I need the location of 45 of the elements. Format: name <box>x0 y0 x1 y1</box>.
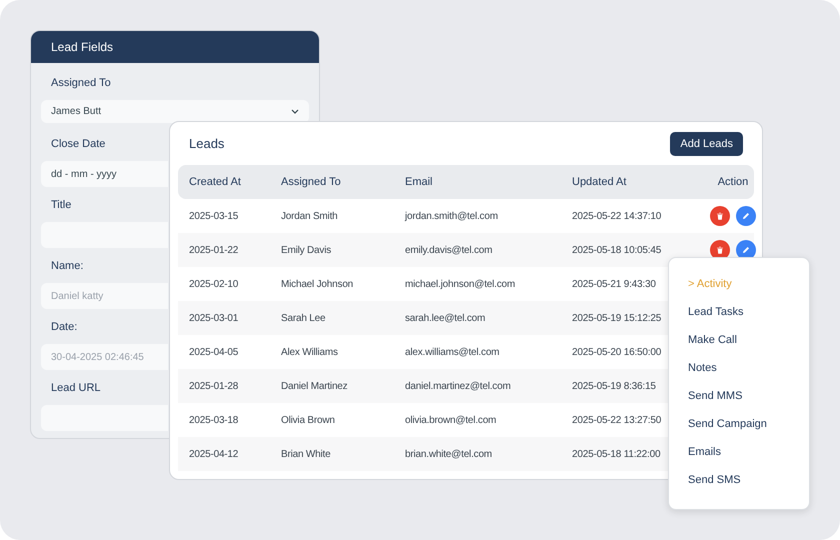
table-cell-text: Sarah Lee <box>281 312 326 326</box>
table-cell-text: 2025-05-21 9:43:30 <box>572 278 656 292</box>
dialog-title: Leads <box>189 135 224 154</box>
table-cell-text: 2025-01-28 <box>189 380 238 394</box>
table-cell-text: 2025-03-01 <box>189 312 238 326</box>
table-cell-text: 2025-05-20 16:50:00 <box>572 346 662 360</box>
table-cell-text: 2025-02-10 <box>189 278 238 292</box>
field-label: Lead URL <box>51 381 101 396</box>
field-label: Date: <box>51 320 78 335</box>
table-cell-text: Daniel Martinez <box>281 380 348 394</box>
table-cell-text: 2025-05-18 11:22:00 <box>572 448 660 462</box>
panel-title: Lead Fields <box>51 39 114 56</box>
table-cell-text: sarah.lee@tel.com <box>405 312 486 326</box>
table-cell-text: Alex Williams <box>281 346 338 360</box>
table-cell-text: 2025-05-18 10:05:45 <box>572 244 662 258</box>
table-cell-text: 2025-05-19 8:36:15 <box>572 380 656 394</box>
field-label: Title <box>51 198 72 213</box>
field-label: Name: <box>51 259 84 274</box>
field-label: Close Date <box>51 137 106 152</box>
table-cell-text: 2025-01-22 <box>189 244 238 258</box>
column-header: Email <box>405 174 433 190</box>
table-cell-text: Michael Johnson <box>281 278 354 292</box>
table-cell-text: daniel.martinez@tel.com <box>405 380 511 394</box>
table-cell-text: 2025-05-19 15:12:25 <box>572 312 662 326</box>
column-header: Assigned To <box>281 174 341 190</box>
column-header: Action <box>718 174 748 190</box>
table-cell-text: 2025-04-12 <box>189 448 238 462</box>
column-header: Created At <box>189 174 241 190</box>
table-cell-text: Brian White <box>281 448 330 462</box>
table-cell-text: 2025-03-18 <box>189 414 238 428</box>
table-cell-text: jordan.smith@tel.com <box>405 210 498 224</box>
table-cell-text: alex.williams@tel.com <box>405 346 500 360</box>
table-cell-text: 2025-04-05 <box>189 346 238 360</box>
table-cell-text: 2025-05-22 13:27:50 <box>572 414 662 428</box>
table-cell-text: Emily Davis <box>281 244 332 258</box>
table-cell-text: michael.johnson@tel.com <box>405 278 516 292</box>
table-cell-text: 2025-03-15 <box>189 210 238 224</box>
table-cell-text: 2025-05-22 14:37:10 <box>572 210 662 224</box>
field-label: Assigned To <box>51 76 111 91</box>
table-cell-text: olivia.brown@tel.com <box>405 414 496 428</box>
table-cell-text: brian.white@tel.com <box>405 448 492 462</box>
table-cell-text: Jordan Smith <box>281 210 338 224</box>
column-header: Updated At <box>572 174 626 190</box>
table-cell-text: Olivia Brown <box>281 414 335 428</box>
table-cell-text: emily.davis@tel.com <box>405 244 492 258</box>
